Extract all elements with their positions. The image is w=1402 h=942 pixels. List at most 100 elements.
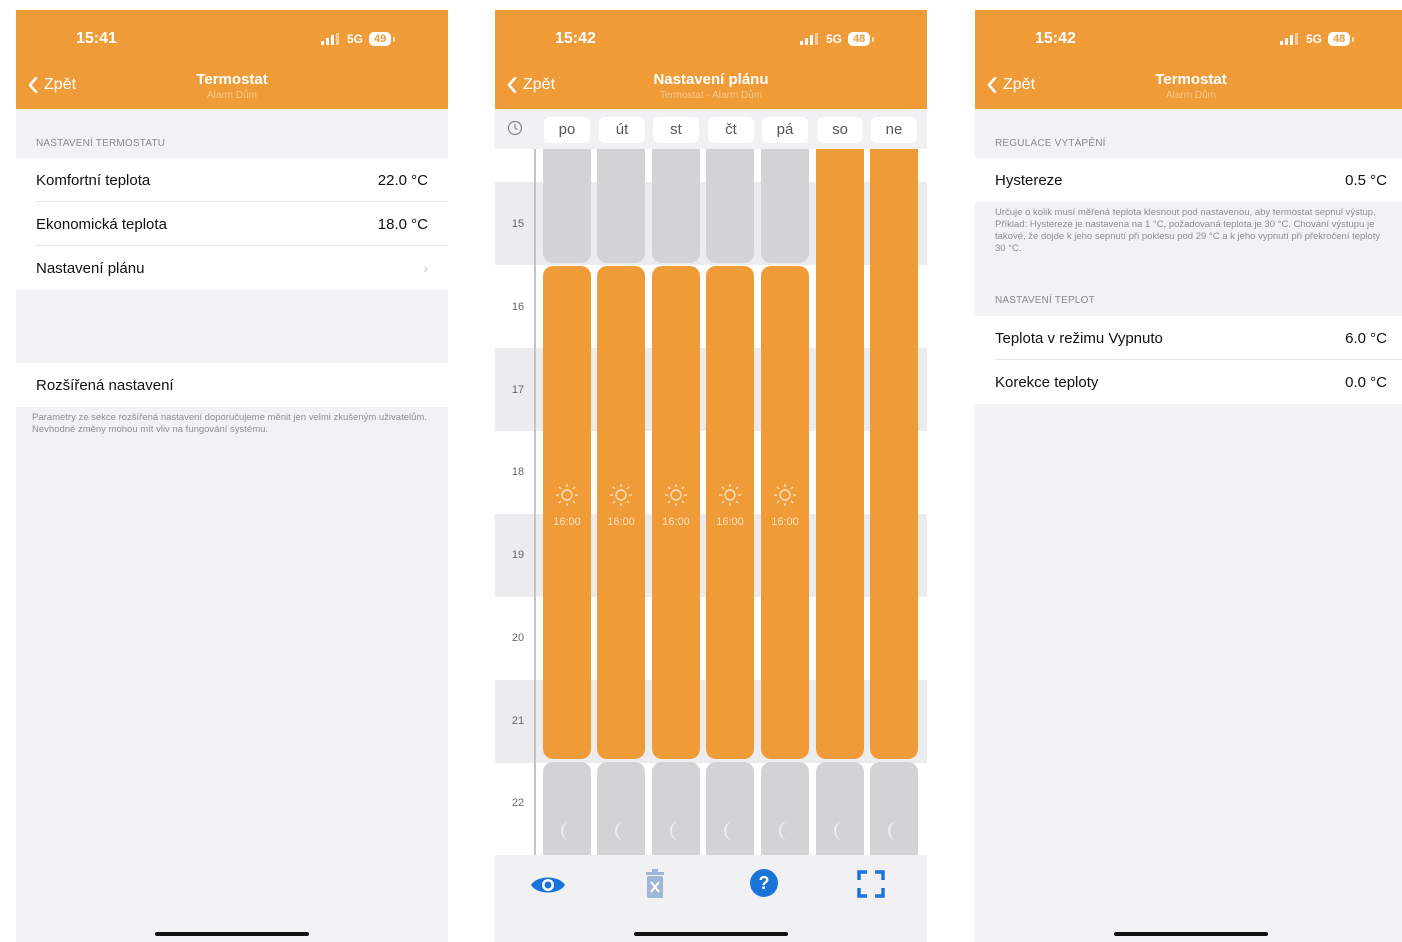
eye-icon[interactable] <box>529 873 567 897</box>
eco-block[interactable] <box>543 149 591 263</box>
row-label: Rozšířená nastavení <box>36 376 174 394</box>
comfort-marker: 16:00 <box>706 483 754 528</box>
comfort-marker: 16:00 <box>652 483 700 528</box>
network-label: 5G <box>826 32 843 46</box>
advanced-note: Parametry ze sekce rozšířená nastavení d… <box>32 412 427 435</box>
schedule-screen: 15:42 5G 48 Zpět Nastavení plánu Termost… <box>495 10 927 942</box>
page-title: Termostat <box>196 71 268 88</box>
sun-icon <box>610 484 632 506</box>
signal-icon <box>1280 33 1298 45</box>
day-so[interactable]: so <box>817 117 863 143</box>
battery-icon: 48 <box>1328 32 1355 46</box>
section-header: NASTAVENÍ TERMOSTATU <box>36 138 166 149</box>
row-label: Teplota v režimu Vypnuto <box>995 329 1163 347</box>
eco-block[interactable] <box>652 149 700 263</box>
hour-label: 15 <box>511 218 525 230</box>
hour-label: 17 <box>511 384 525 396</box>
header: 15:42 5G 48 Zpět Nastavení plánu Termost… <box>495 10 927 109</box>
comfort-start-time: 16:00 <box>716 516 744 528</box>
day-header-row: po út st čt pá so ne <box>495 109 927 149</box>
fullscreen-icon[interactable] <box>857 870 885 898</box>
moon-icon <box>888 821 898 841</box>
day-ut[interactable]: út <box>599 117 645 143</box>
home-indicator[interactable] <box>155 932 309 936</box>
thermostat-advanced-screen: 15:42 5G 48 Zpět Termostat Alarm Dům REG… <box>975 10 1402 942</box>
moon-icon <box>834 821 844 841</box>
temp-correction-row[interactable]: Korekce teploty 0.0 °C <box>975 360 1402 404</box>
status-time: 15:42 <box>555 30 596 47</box>
page-title: Termostat <box>1155 71 1227 88</box>
day-st[interactable]: st <box>653 117 699 143</box>
thermostat-screen: 15:41 5G 49 Zpět Termostat Alarm Dům NAS… <box>16 10 448 942</box>
hysteresis-row[interactable]: Hystereze 0.5 °C <box>975 158 1402 202</box>
row-label: Komfortní teplota <box>36 171 151 189</box>
comfort-temp-row[interactable]: Komfortní teplota 22.0 °C <box>16 158 448 202</box>
row-label: Nastavení plánu <box>36 259 145 277</box>
comfort-block[interactable] <box>870 149 918 759</box>
moon-icon <box>724 821 734 841</box>
battery-icon: 48 <box>848 32 875 46</box>
moon-icon <box>779 821 789 841</box>
moon-icon <box>615 821 625 841</box>
comfort-marker: 16:00 <box>761 483 809 528</box>
help-icon[interactable]: ? <box>749 868 779 898</box>
sun-icon <box>774 484 796 506</box>
sun-icon <box>719 484 741 506</box>
page-subtitle: Alarm Dům <box>206 90 257 101</box>
advanced-settings-row[interactable]: Rozšířená nastavení <box>16 363 448 407</box>
eco-block[interactable] <box>706 149 754 263</box>
row-value: 6.0 °C <box>1345 329 1387 347</box>
bottom-toolbar: ? <box>495 855 927 942</box>
section-header: NASTAVENÍ TEPLOT <box>995 295 1095 306</box>
eco-block[interactable] <box>761 149 809 263</box>
moon-icon <box>561 821 571 841</box>
status-indicators: 5G 48 <box>1280 32 1355 46</box>
home-indicator[interactable] <box>634 932 788 936</box>
schedule-grid[interactable]: 15 16 17 18 19 20 21 22 16:00 16:00 16:0… <box>495 149 927 855</box>
off-mode-temp-row[interactable]: Teplota v režimu Vypnuto 6.0 °C <box>975 316 1402 360</box>
clock-icon <box>507 120 523 136</box>
day-pa[interactable]: pá <box>762 117 808 143</box>
row-label: Ekonomická teplota <box>36 215 167 233</box>
page-subtitle: Termostat - Alarm Dům <box>659 90 763 101</box>
moon-icon <box>670 821 680 841</box>
hysteresis-note: Určuje o kolik musí měřená teplota klesn… <box>995 207 1381 254</box>
comfort-marker: 16:00 <box>543 483 591 528</box>
home-indicator[interactable] <box>1114 932 1268 936</box>
hour-label: 22 <box>511 797 525 809</box>
sun-icon <box>665 484 687 506</box>
current-time-line <box>534 149 536 855</box>
sun-icon <box>556 484 578 506</box>
schedule-settings-row[interactable]: Nastavení plánu › <box>16 246 448 290</box>
comfort-marker: 16:00 <box>597 483 645 528</box>
page-title: Nastavení plánu <box>653 71 769 88</box>
comfort-block[interactable] <box>816 149 864 759</box>
status-time: 15:42 <box>1035 30 1076 47</box>
day-po[interactable]: po <box>544 117 590 143</box>
network-label: 5G <box>1306 32 1323 46</box>
header: 15:42 5G 48 Zpět Termostat Alarm Dům <box>975 10 1402 109</box>
eco-temp-row[interactable]: Ekonomická teplota 18.0 °C <box>16 202 448 246</box>
hour-label: 16 <box>511 301 525 313</box>
row-value: 22.0 °C <box>377 171 428 189</box>
day-ne[interactable]: ne <box>871 117 917 143</box>
status-time: 15:41 <box>76 30 117 47</box>
row-value: 18.0 °C <box>377 215 428 233</box>
signal-icon <box>800 33 818 45</box>
day-ct[interactable]: čt <box>708 117 754 143</box>
svg-text:?: ? <box>759 873 770 893</box>
row-label: Hystereze <box>995 171 1063 189</box>
comfort-start-time: 16:00 <box>662 516 690 528</box>
trash-icon[interactable] <box>644 869 666 899</box>
row-value: 0.5 °C <box>1345 171 1387 189</box>
status-indicators: 5G 48 <box>800 32 875 46</box>
hour-label: 21 <box>511 715 525 727</box>
comfort-start-time: 16:00 <box>607 516 635 528</box>
hour-label: 20 <box>511 632 525 644</box>
battery-icon: 49 <box>369 32 396 46</box>
section-header: REGULACE VYTÁPĚNÍ <box>995 138 1106 149</box>
hour-label: 18 <box>511 466 525 478</box>
signal-icon <box>321 33 339 45</box>
eco-block[interactable] <box>597 149 645 263</box>
status-indicators: 5G 49 <box>321 32 396 46</box>
